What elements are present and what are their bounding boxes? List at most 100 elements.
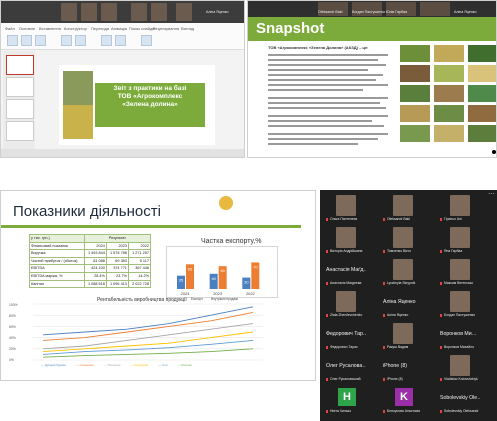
participant-name: Воронков Михайло — [444, 345, 474, 349]
ribbon-tab[interactable]: Вигляд — [181, 26, 194, 31]
participant-name: Максим Вегенсько — [444, 281, 474, 285]
ribbon-button[interactable] — [75, 35, 86, 46]
ribbon-tab[interactable]: Показ слайдів — [129, 26, 155, 31]
participant-name: Богдан Пастушенко — [352, 10, 385, 14]
participant-tile[interactable]: Воронков Ми… Воронков Михайло — [438, 322, 482, 352]
mic-muted-icon — [326, 410, 328, 413]
y-tick-label: 40% — [9, 336, 16, 340]
text-line — [268, 143, 358, 145]
participant-name: Олег Русаловський — [330, 377, 361, 381]
ribbon-tab[interactable]: Анімація — [111, 26, 127, 31]
participant-tile[interactable]: Тимченко Вікто — [381, 226, 425, 256]
series-line — [42, 348, 254, 358]
participant-tile[interactable]: Vladislav Kotovshchyk — [438, 354, 482, 384]
ribbon-tab[interactable]: Переходи — [91, 26, 109, 31]
mic-muted-icon — [440, 314, 442, 317]
ribbon-tab[interactable]: Вставлення — [39, 26, 61, 31]
participant-video — [393, 227, 413, 248]
mic-muted-icon — [383, 314, 385, 317]
text-line — [268, 133, 388, 135]
participant-name: Oleksandr Bakl — [318, 10, 343, 14]
participant-name: Ракуш Вадим — [387, 345, 409, 349]
x-tick-label: 2022 — [246, 291, 256, 296]
mic-muted-icon — [326, 346, 328, 349]
table-cell: 1 578 788 — [105, 249, 129, 258]
participant-tile[interactable]: iPhone (8) iPhone (8) — [381, 354, 425, 384]
participant-tile[interactable]: Lyudmyla Skrypnik — [381, 258, 425, 288]
avatar-initial: K — [395, 388, 413, 406]
field-photo — [400, 125, 430, 142]
table-row: EBITDA 424 100 374 771 367 446 — [29, 264, 152, 273]
participant-tile[interactable]: Федорович Тар… Федорович Тарас — [324, 322, 368, 352]
participant-tile[interactable]: Sobolevskiy Ole… Sobolevskiy Oleksandr — [438, 386, 482, 416]
ribbon-button[interactable] — [61, 35, 72, 46]
mic-muted-icon — [383, 282, 385, 285]
participant-name: Аліна Яценко — [206, 10, 229, 14]
participant-video — [81, 3, 97, 21]
participant-name-large: Олег Русалова… — [326, 363, 366, 369]
legend-label: — Кукурудза — [130, 363, 149, 367]
table-row: Чистий прибуток / (збиток) 81 088 69 383… — [29, 256, 152, 266]
table-cell: 367 446 — [127, 264, 152, 273]
participant-name: Нікіта Хилько — [330, 409, 352, 413]
ribbon-button[interactable] — [141, 35, 152, 46]
ribbon-button[interactable] — [7, 35, 18, 46]
ribbon-button[interactable] — [21, 35, 32, 46]
more-options-icon[interactable]: ⋯ — [488, 190, 495, 198]
ribbon-button[interactable] — [115, 35, 126, 46]
participant-tile[interactable]: Вікторія Андрійшина — [324, 226, 368, 256]
participant-name: Яна Гарбаа — [444, 249, 463, 253]
text-line — [268, 84, 388, 86]
table-cell: 28.4% — [83, 271, 107, 281]
slide-thumbnail[interactable] — [6, 77, 34, 97]
participant-video — [151, 3, 167, 21]
ribbon-tab[interactable]: Основне — [19, 26, 35, 31]
participant-tile[interactable]: Анастасія Маґд… Анастасія Магдеєва — [324, 258, 368, 288]
table-row: Фінансовий показник 2024 2023 2022 — [29, 241, 152, 251]
text-line — [268, 115, 388, 117]
table-cell: Виручка — [29, 249, 85, 258]
mic-muted-icon — [326, 218, 328, 221]
participant-tile[interactable]: Ольга Пантелеєв — [324, 194, 368, 224]
ribbon[interactable]: Файл Основне Вставлення Конструктор Пере… — [1, 23, 244, 50]
ribbon-tab[interactable]: Конструктор — [64, 26, 87, 31]
legend-label: Внутрішні продажі — [211, 297, 239, 301]
ribbon-tab[interactable]: Рецензування — [153, 26, 179, 31]
table-cell: у тис. грн.) — [29, 234, 85, 243]
participant-tile[interactable]: Oleksandr Bakl — [381, 194, 425, 224]
participant-tile[interactable]: Гіраньо Алі — [438, 194, 482, 224]
participant-name: Гіраньо Алі — [444, 217, 462, 221]
current-slide[interactable]: Звіт з практики на базі ТОВ «Агрокомплек… — [59, 65, 215, 145]
participant-tile[interactable]: Zlata Zhenilevchenko — [324, 290, 368, 320]
participant-video — [450, 355, 470, 376]
table-row: у тис. грн.) Результат — [29, 234, 152, 243]
slide-header-title: Snapshot — [256, 20, 325, 37]
text-line — [268, 69, 368, 71]
participant-video — [336, 291, 356, 312]
participant-tile[interactable]: Ракуш Вадим — [381, 322, 425, 352]
participant-tile[interactable]: H Нікіта Хилько — [324, 386, 368, 416]
table-row: Капітал 1 088 518 1 096 413 2 022 728 — [29, 279, 152, 289]
ribbon-tab[interactable]: Файл — [5, 26, 15, 31]
slide-thumbnail[interactable] — [6, 55, 34, 75]
participant-video — [336, 195, 356, 216]
ribbon-button[interactable] — [101, 35, 112, 46]
table-cell: 81 088 — [83, 256, 107, 266]
participant-name: Вікторія Андрійшина — [330, 249, 363, 253]
participant-name: Федорович Тарас — [330, 345, 358, 349]
participant-tile[interactable]: Максим Вегенсько — [438, 258, 482, 288]
participant-name: Юлія Гарбаа — [386, 10, 408, 14]
participant-name: Тимченко Вікто — [387, 249, 411, 253]
ribbon-button[interactable] — [35, 35, 46, 46]
text-line — [268, 54, 388, 56]
participant-tile[interactable]: Богдан Пастушенко — [438, 290, 482, 320]
field-photo — [400, 85, 430, 102]
participant-tile[interactable]: K Белоусова Анастасія — [381, 386, 425, 416]
export-share-chart: 35 65 2024 40 60 2023 30 70 2022 — [166, 246, 278, 298]
participant-tile[interactable]: Олег Русалова… Олег Русаловський — [324, 354, 368, 384]
slide-thumbnail[interactable] — [6, 121, 34, 141]
slide-thumbnail[interactable] — [6, 99, 34, 119]
participant-tile[interactable]: Аліна Яценко Аліна Яценко — [381, 290, 425, 320]
participant-tile[interactable]: Яна Гарбаа — [438, 226, 482, 256]
crop-photo — [468, 85, 496, 102]
